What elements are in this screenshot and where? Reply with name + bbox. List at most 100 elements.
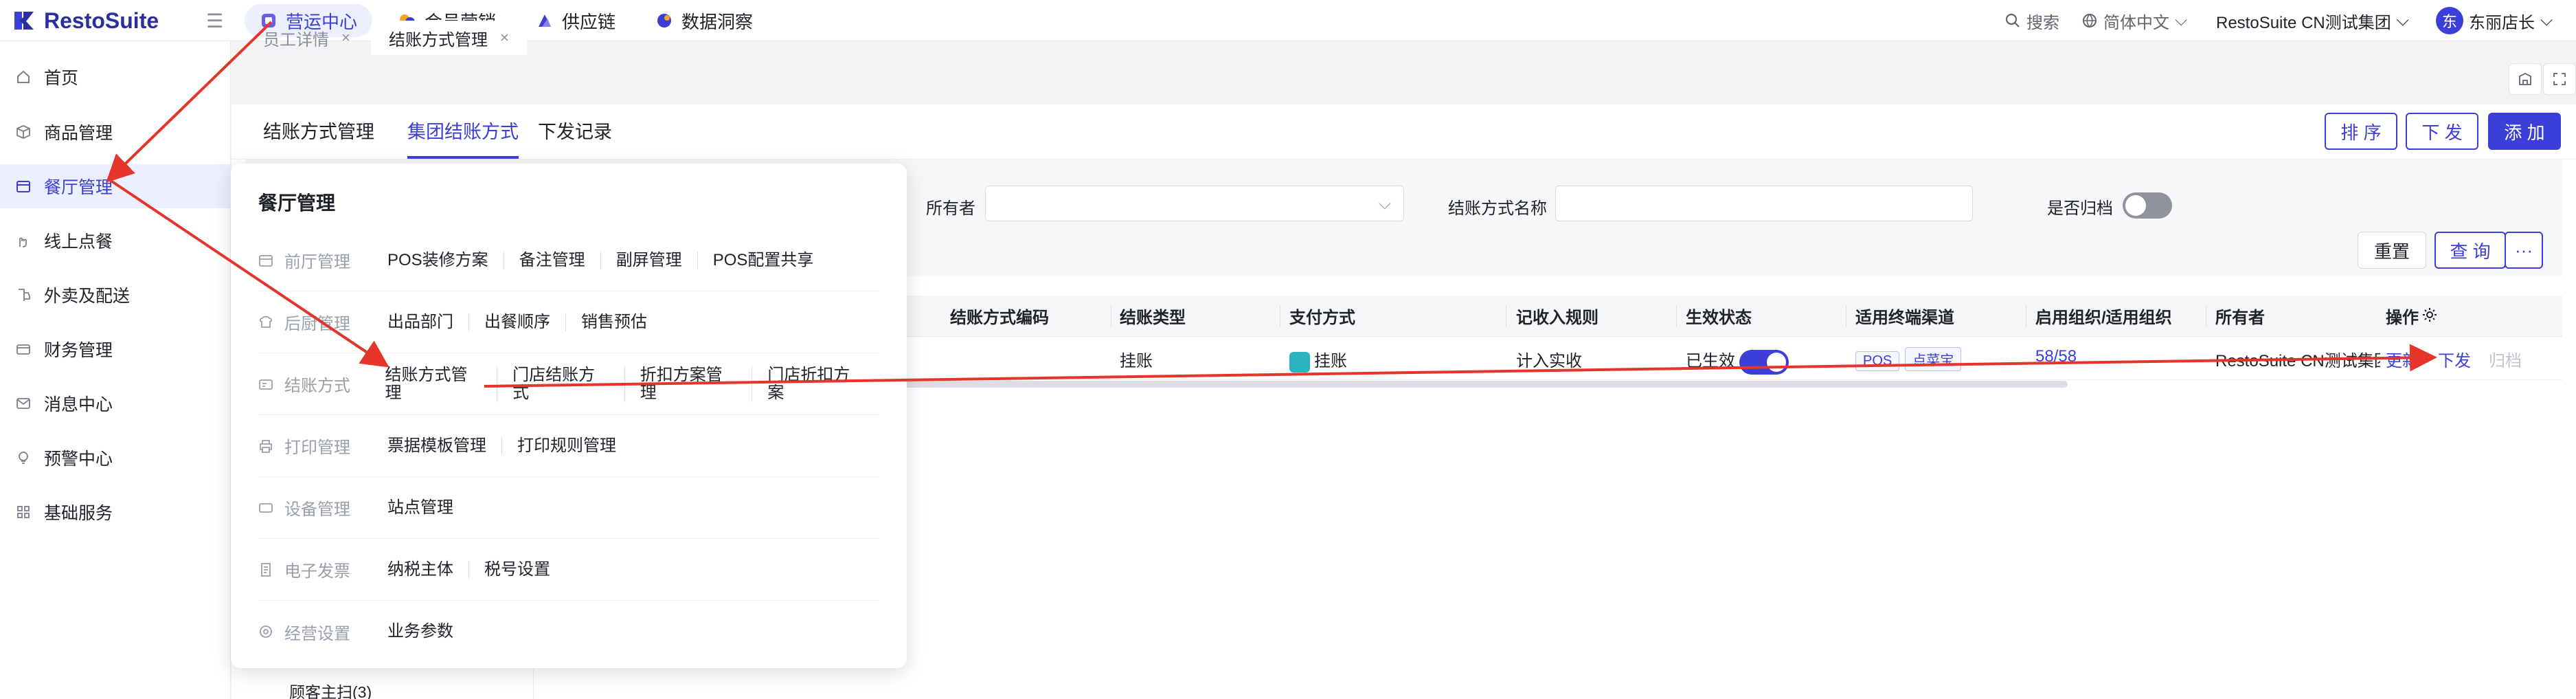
sidebar-item-delivery[interactable]: 外卖及配送	[0, 273, 231, 317]
sidebar-item-label: 商品管理	[44, 124, 113, 143]
menu-category: 电子发票	[258, 557, 387, 581]
publish-link[interactable]: 下发	[2438, 347, 2471, 371]
menu-link-notes[interactable]: 备注管理	[503, 251, 600, 269]
payment-cell: 挂账	[1289, 347, 1347, 373]
menu-row-checkout: 结账方式 结账方式管理 门店结账方式 折扣方案管理 门店折扣方案	[258, 353, 879, 415]
sidebar-item-label: 线上点餐	[44, 232, 113, 252]
archive-link[interactable]: 归档	[2489, 347, 2522, 371]
menu-category-label: 设备管理	[284, 500, 350, 519]
globe-icon	[2083, 14, 2097, 28]
payment-method-icon	[1289, 351, 1310, 373]
sidebar-item-alerts[interactable]: 预警中心	[0, 436, 231, 480]
search-button[interactable]: 搜索	[2004, 4, 2059, 37]
tree-node[interactable]: 顾客主扫(3)	[289, 679, 372, 699]
delivery-icon	[15, 287, 32, 303]
menu-link-pos-decoration[interactable]: POS装修方案	[387, 251, 504, 269]
insights-icon	[657, 14, 671, 27]
topnav-label: 供应链	[562, 11, 616, 32]
checkout-icon	[258, 377, 273, 392]
menu-link-station-management[interactable]: 站点管理	[387, 498, 468, 517]
restaurant-mega-menu: 餐厅管理 前厅管理 POS装修方案 备注管理 副屏管理 POS配置共享 后厨管理…	[231, 164, 907, 668]
close-icon[interactable]: ×	[341, 29, 350, 47]
menu-link-store-checkout[interactable]: 门店结账方式	[497, 366, 624, 402]
menu-link-business-params[interactable]: 业务参数	[387, 623, 468, 641]
menu-category: 设备管理	[258, 496, 387, 520]
sidebar-item-label: 财务管理	[44, 341, 113, 360]
channels-cell: POS 点菜宝	[1855, 347, 1967, 371]
archived-toggle[interactable]	[2123, 192, 2172, 219]
supply-chain-icon	[539, 14, 551, 27]
brand-mark-icon	[14, 12, 34, 30]
menu-link-sales-forecast[interactable]: 销售预估	[565, 313, 662, 331]
subtab-group-checkout[interactable]: 集团结账方式	[407, 117, 519, 159]
tab-checkout-methods[interactable]: 结账方式管理 ×	[371, 21, 527, 55]
menu-link-tax-id-settings[interactable]: 税号设置	[468, 560, 565, 579]
invoice-icon	[258, 562, 273, 577]
checkout-name-input[interactable]	[1555, 186, 1973, 221]
search-label: 搜索	[2026, 13, 2059, 32]
menu-collapse-icon[interactable]: ☰	[206, 10, 223, 32]
menu-link-secondary-screen[interactable]: 副屏管理	[600, 251, 697, 269]
menu-category-label: 后厨管理	[284, 315, 350, 333]
menu-category-label: 前厅管理	[284, 253, 350, 271]
user-menu[interactable]: 东 东丽店长 ⌵	[2436, 4, 2553, 37]
gear-icon[interactable]	[2421, 307, 2438, 323]
language-label: 简体中文	[2103, 13, 2169, 32]
publish-button[interactable]: 下 发	[2406, 113, 2478, 150]
menu-title: 餐厅管理	[258, 192, 336, 214]
box-icon	[15, 124, 32, 140]
menu-link-pos-config-share[interactable]: POS配置共享	[697, 251, 829, 269]
fullscreen-icon[interactable]	[2543, 63, 2576, 95]
status-toggle[interactable]	[1739, 349, 1789, 375]
sidebar-item-home[interactable]: 首页	[0, 55, 231, 99]
query-button[interactable]: 查 询	[2434, 232, 2506, 269]
column-header: 操作	[2386, 309, 2419, 327]
chevron-down-icon: ⌵	[1378, 195, 1391, 213]
language-select[interactable]: 简体中文 ⌵	[2081, 4, 2187, 37]
update-link[interactable]: 更新	[2386, 347, 2419, 371]
menu-link-receipt-templates[interactable]: 票据模板管理	[387, 436, 501, 455]
owner-select[interactable]: ⌵	[985, 186, 1404, 221]
group-select[interactable]: RestoSuite CN测试集团 ⌵	[2216, 4, 2409, 37]
sort-button[interactable]: 排 序	[2325, 113, 2397, 150]
sidebar-item-online-order[interactable]: 线上点餐	[0, 219, 231, 263]
menu-link-serving-order[interactable]: 出餐顺序	[468, 313, 565, 331]
menu-category: 后厨管理	[258, 310, 387, 334]
menu-row-business-settings: 经营设置 业务参数	[258, 601, 879, 663]
add-button[interactable]: 添 加	[2488, 113, 2561, 150]
building-icon[interactable]	[2509, 63, 2542, 95]
sidebar-item-products[interactable]: 商品管理	[0, 110, 231, 154]
payment-label: 挂账	[1314, 352, 1347, 370]
checkout-type-cell: 挂账	[1120, 352, 1153, 370]
column-divider	[1676, 305, 1677, 327]
home-icon	[15, 69, 32, 85]
column-header: 生效状态	[1686, 309, 1752, 327]
archived-label: 是否归档	[2047, 199, 2113, 218]
avatar: 东	[2436, 7, 2463, 34]
menu-link-production-dept[interactable]: 出品部门	[387, 313, 468, 331]
chevron-down-icon: ⌵	[2396, 11, 2409, 30]
sidebar-item-label: 预警中心	[44, 450, 113, 469]
tab-employee-detail[interactable]: 员工详情 ×	[245, 21, 368, 55]
column-header: 结账方式编码	[950, 309, 1049, 327]
sidebar-item-basic-services[interactable]: 基础服务	[0, 490, 231, 534]
more-button[interactable]: ···	[2505, 232, 2543, 269]
sidebar-item-finance[interactable]: 财务管理	[0, 327, 231, 371]
menu-link-tax-entity[interactable]: 纳税主体	[387, 560, 468, 579]
brand-logo[interactable]: RestoSuite	[12, 4, 159, 37]
subtab-publish-records[interactable]: 下发记录	[538, 117, 612, 144]
menu-link-store-discount[interactable]: 门店折扣方案	[752, 366, 879, 402]
org-count-link[interactable]: 58/58	[2035, 347, 2077, 366]
channel-tag: POS	[1855, 351, 1900, 371]
topnav-supply-chain[interactable]: 供应链	[521, 4, 631, 37]
menu-link-print-rules[interactable]: 打印规则管理	[501, 436, 631, 455]
reset-button[interactable]: 重置	[2358, 232, 2426, 269]
menu-link-discount-plans[interactable]: 折扣方案管理	[624, 366, 752, 402]
topnav-insights[interactable]: 数据洞察	[640, 4, 768, 37]
menu-link-checkout-methods[interactable]: 结账方式管理	[385, 366, 497, 402]
checkout-name-label: 结账方式名称	[1448, 199, 1547, 218]
sidebar-item-restaurant[interactable]: 餐厅管理	[0, 164, 231, 208]
close-icon[interactable]: ×	[500, 29, 509, 47]
sidebar-item-messages[interactable]: 消息中心	[0, 381, 231, 425]
status-label: 已生效	[1686, 352, 1735, 370]
